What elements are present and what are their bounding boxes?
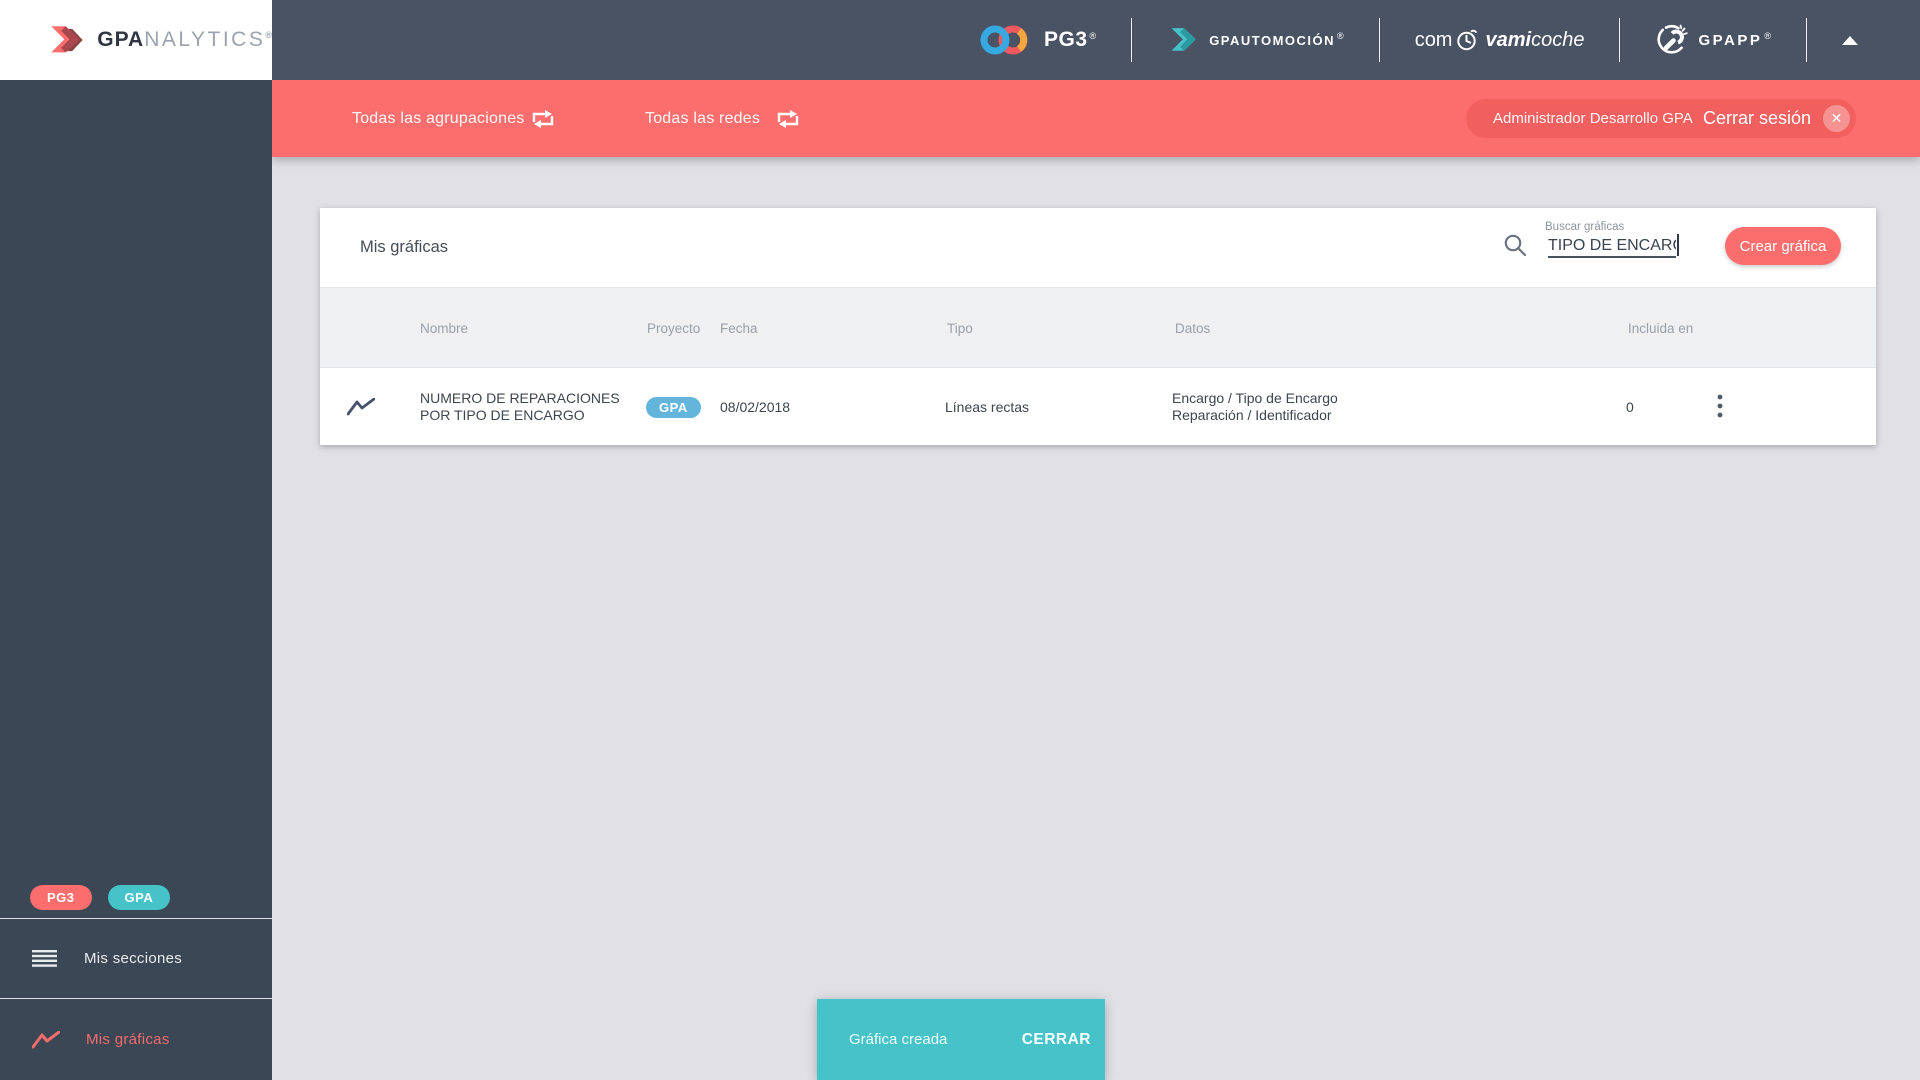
pg3-label: PG3 [1044, 28, 1088, 51]
badge-gpa[interactable]: GPA [107, 884, 171, 910]
gpanalytics-logo[interactable]: GPANALYTICS® [0, 0, 272, 80]
cell-tipo: Líneas rectas [945, 399, 1030, 415]
sidebar-item-mis-graficas[interactable]: Mis gráficas [0, 998, 272, 1080]
snackbar-message: Gráfica creada [849, 1031, 948, 1048]
search-icon[interactable] [1503, 233, 1528, 263]
logout-button[interactable]: Cerrar sesión [1703, 108, 1811, 129]
brand-comvamicoche[interactable]: com vami coche [1415, 28, 1585, 52]
comvamicoche-com: com [1414, 28, 1453, 51]
gpapp-label: GPAPP [1698, 31, 1763, 49]
row-kebab-menu-icon[interactable] [1716, 368, 1724, 446]
session-user: Administrador Desarrollo GPA [1493, 110, 1693, 127]
brand-gpapp[interactable]: GPAPP ® [1655, 23, 1771, 57]
swap-groups-icon[interactable] [530, 108, 556, 135]
gpapp-wrench-icon [1657, 24, 1689, 54]
column-fecha[interactable]: Fecha [720, 288, 758, 368]
sidebar-item-label: Mis gráficas [86, 1031, 170, 1048]
search-input[interactable] [1548, 235, 1676, 258]
gpanalytics-arrow-icon [51, 26, 83, 53]
session-pill: Administrador Desarrollo GPA Cerrar sesi… [1466, 99, 1856, 138]
topbar-divider [1806, 18, 1807, 62]
snackbar-close-button[interactable]: CERRAR [1022, 1031, 1091, 1049]
cell-proyecto: GPA [646, 368, 701, 446]
column-incluida-en[interactable]: Incluida en [1628, 288, 1693, 368]
column-tipo[interactable]: Tipo [947, 288, 973, 368]
comvamicoche-vami: vami [1485, 28, 1532, 51]
swap-networks-icon[interactable] [775, 108, 801, 135]
cell-datos: Encargo / Tipo de Encargo Reparación / I… [1172, 390, 1338, 423]
graphs-card: Mis gráficas Buscar gráficas Crear gráfi… [320, 208, 1876, 445]
text-caret [1677, 234, 1679, 256]
create-graph-button[interactable]: Crear gráfica [1725, 227, 1841, 265]
sidebar-badges: PG3 GPA [0, 876, 272, 918]
topbar-divider [1619, 18, 1621, 62]
search-label: Buscar gráficas [1545, 221, 1625, 233]
column-nombre[interactable]: Nombre [420, 288, 468, 368]
collapse-chevron-up-icon[interactable] [1842, 35, 1858, 45]
filter-networks[interactable]: Todas las redes [645, 80, 760, 157]
column-datos[interactable]: Datos [1175, 288, 1210, 368]
snackbar: Gráfica creada CERRAR [817, 999, 1105, 1080]
sidebar: PG3 GPA Mis secciones Mis gráficas [0, 80, 272, 1080]
topbar-divider [1378, 18, 1380, 62]
page-title: Mis gráficas [360, 238, 449, 256]
line-chart-icon [32, 1030, 60, 1048]
table-header: Nombre Proyecto Fecha Tipo Datos Incluid… [320, 287, 1876, 367]
sidebar-item-mis-secciones[interactable]: Mis secciones [0, 918, 272, 998]
app-root: GPANALYTICS® PG3 ® GPAUTOMOCIÓN ® com va… [0, 0, 1920, 1080]
clock-icon [1457, 29, 1478, 51]
menu-lines-icon [32, 950, 57, 967]
comvamicoche-coche: coche [1531, 28, 1585, 51]
gpautomocion-label: GPAUTOMOCIÓN [1209, 32, 1336, 48]
badge-pg3[interactable]: PG3 [30, 884, 92, 910]
logout-x-icon[interactable]: ✕ [1823, 105, 1850, 132]
brand-gpautomocion[interactable]: GPAUTOMOCIÓN ® [1167, 25, 1344, 55]
gpanalytics-wordmark: GPANALYTICS® [97, 28, 272, 51]
filter-bar: Todas las agrupaciones Todas las redes A… [272, 80, 1920, 157]
topbar-divider [1131, 18, 1133, 62]
brand-pg3[interactable]: PG3 ® [980, 22, 1096, 58]
top-brand-bar: PG3 ® GPAUTOMOCIÓN ® com vami coche GPAP… [272, 0, 1920, 80]
cell-fecha: 08/02/2018 [720, 399, 791, 415]
column-proyecto[interactable]: Proyecto [647, 288, 700, 368]
sidebar-item-label: Mis secciones [84, 950, 183, 967]
project-badge: GPA [646, 396, 701, 418]
pg3-infinity-icon [980, 25, 1028, 55]
card-header: Mis gráficas Buscar gráficas Crear gráfi… [320, 208, 1876, 287]
filter-groups[interactable]: Todas las agrupaciones [352, 80, 525, 157]
cell-incluida-en: 0 [1626, 399, 1634, 415]
row-line-chart-icon [347, 368, 375, 446]
cell-nombre: NUMERO DE REPARACIONES POR TIPO DE ENCAR… [420, 390, 620, 423]
gpautomocion-arrow-icon [1171, 28, 1197, 51]
table-row[interactable]: NUMERO DE REPARACIONES POR TIPO DE ENCAR… [320, 367, 1876, 445]
sidebar-bottom-menu: PG3 GPA Mis secciones Mis gráficas [0, 876, 272, 1080]
